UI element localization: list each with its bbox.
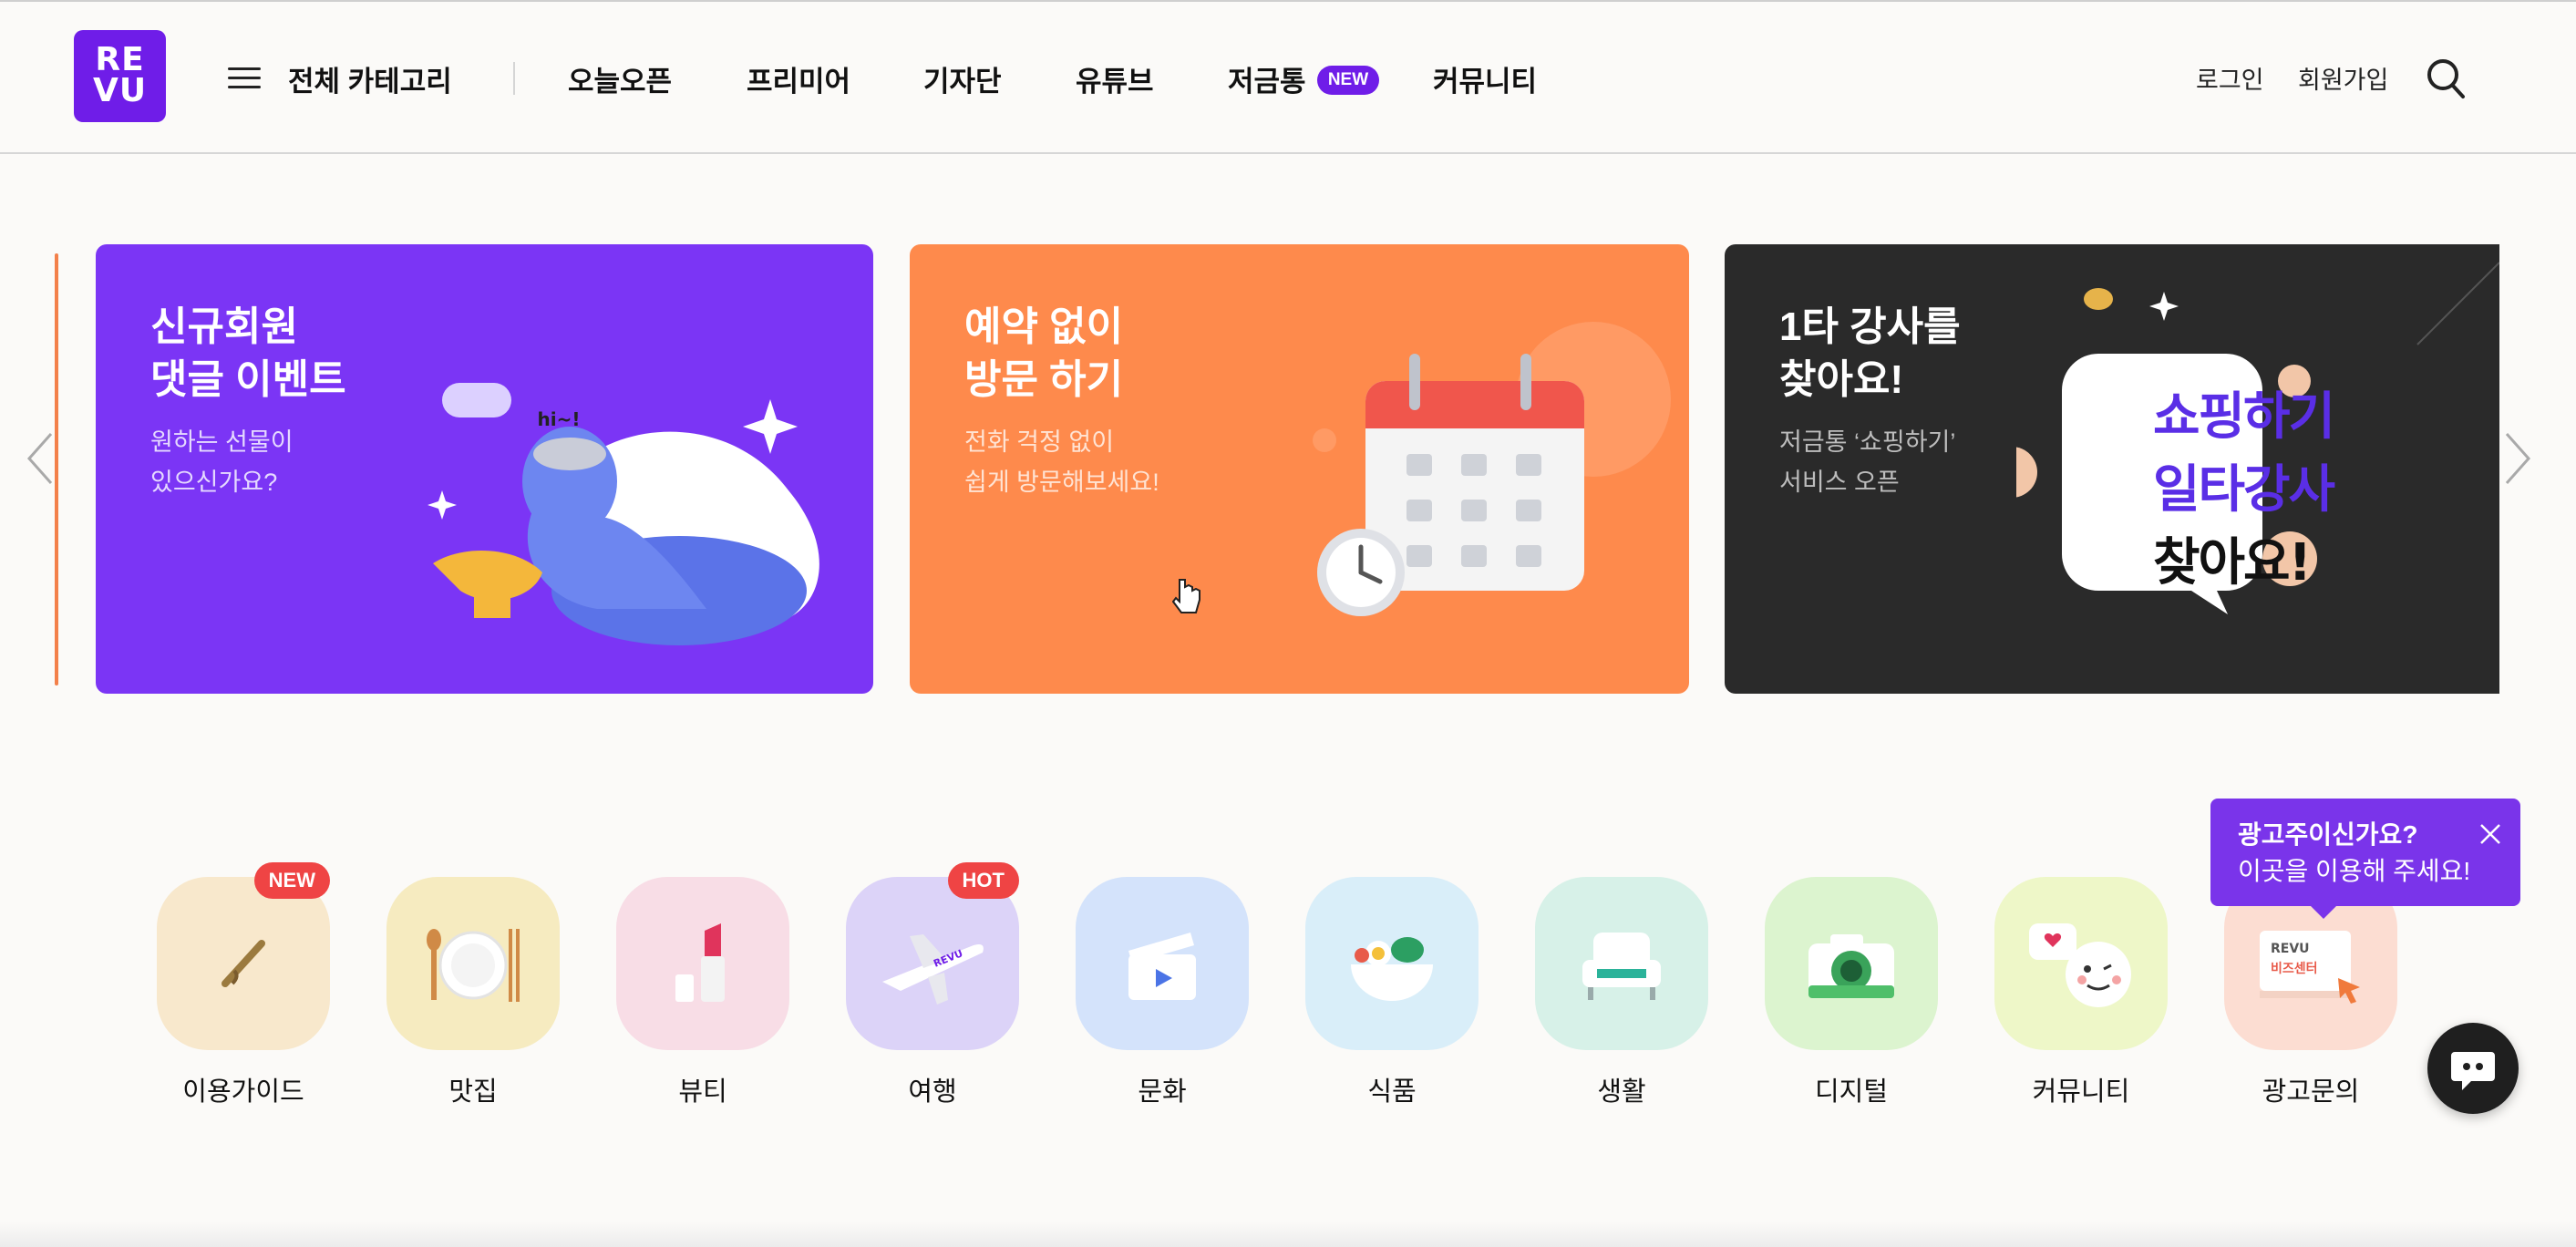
category-label: 광고문의 <box>2262 1077 2360 1107</box>
category-label: 이용가이드 <box>182 1077 304 1107</box>
category-label: 여행 <box>908 1077 957 1107</box>
signup-link[interactable]: 회원가입 <box>2298 60 2388 96</box>
category-food[interactable]: 식품 <box>1305 877 1479 1108</box>
armchair-icon <box>1582 933 1661 1000</box>
category-digital[interactable]: 디지털 <box>1765 877 1938 1108</box>
poster-line2: 일타강사 <box>2153 460 2335 520</box>
banner-title: 1타 강사를 찾아요! <box>1779 304 1961 402</box>
new-badge: NEW <box>1317 66 1379 95</box>
poster-text: 쇼핑하기 일타강사 찾아요! <box>2153 381 2335 600</box>
banner-subtitle: 원하는 선물이 있으신가요? <box>150 428 294 496</box>
revu-logo[interactable]: RE VU <box>74 30 166 122</box>
nav-divider <box>513 62 515 95</box>
page-bottom <box>0 1221 2576 1247</box>
tooltip-body: 이곳을 이용해 주세요! <box>2238 857 2471 885</box>
category-guide[interactable]: NEW 이용가이드 <box>157 862 330 1108</box>
hamburger-icon <box>228 67 261 89</box>
banner-subtitle: 저금통 ‘쇼핑하기’ 서비스 오픈 <box>1779 428 1956 496</box>
category-label: 커뮤니티 <box>2032 1077 2130 1107</box>
category-tile: REVU <box>846 877 1019 1050</box>
category-tile <box>1076 877 1249 1050</box>
category-beauty[interactable]: 뷰티 <box>616 877 789 1108</box>
category-label: 디지털 <box>1814 1077 1889 1107</box>
board-line1: REVU <box>2271 942 2310 956</box>
food-bowl-icon <box>1351 937 1433 1001</box>
nav-piggybank[interactable]: 저금통 <box>1228 58 1306 99</box>
banner-subtitle: 전화 걱정 없이 쉽게 방문해보세요! <box>964 428 1159 496</box>
category-tile <box>1535 877 1708 1050</box>
clapperboard-icon <box>1128 933 1196 1000</box>
all-categories-label[interactable]: 전체 카테고리 <box>288 58 452 99</box>
category-label: 식품 <box>1367 1077 1417 1107</box>
banner-no-reservation[interactable]: 예약 없이 방문 하기 전화 걱정 없이 쉽게 방문해보세요! <box>910 244 1689 694</box>
chat-bubbles-icon <box>2029 923 2131 1007</box>
header: RE VU 전체 카테고리 오늘오픈 프리미어 기자단 유튜브 저금통 NEW … <box>0 2 2576 154</box>
banner-title: 신규회원 댓글 이벤트 <box>150 304 346 402</box>
category-tile <box>1994 877 2168 1050</box>
new-category-badge: NEW <box>253 862 330 899</box>
camera-icon <box>1808 934 1894 998</box>
category-label: 문화 <box>1138 1077 1187 1107</box>
carousel-next-arrow[interactable] <box>2499 428 2536 489</box>
banner-title: 예약 없이 방문 하기 <box>964 304 1124 402</box>
category-tile <box>1765 877 1938 1050</box>
banner-signup-event[interactable]: 신규회원 댓글 이벤트 원하는 선물이 있으신가요? hi~! <box>96 244 873 694</box>
nav-reporters[interactable]: 기자단 <box>923 58 1002 99</box>
category-label: 생활 <box>1597 1077 1646 1107</box>
nav-youtube[interactable]: 유튜브 <box>1076 58 1154 99</box>
banner-instructor[interactable]: 1타 강사를 찾아요! 저금통 ‘쇼핑하기’ 서비스 오픈 쇼핑하기 일타강사 … <box>1725 244 2499 694</box>
category-travel[interactable]: REVU HOT 여행 <box>846 862 1019 1108</box>
airplane-icon: REVU <box>882 934 984 1005</box>
calendar-illustration <box>1313 322 1671 616</box>
nav-today-open[interactable]: 오늘오픈 <box>568 58 672 99</box>
category-community[interactable]: 커뮤니티 <box>1994 877 2168 1108</box>
close-icon[interactable] <box>2478 822 2502 846</box>
nav-community[interactable]: 커뮤니티 <box>1433 58 1537 99</box>
category-label: 뷰티 <box>678 1077 727 1107</box>
chat-button[interactable] <box>2427 1023 2519 1114</box>
carousel-prev-arrow[interactable] <box>22 428 58 489</box>
category-tile <box>616 877 789 1050</box>
logo-line2: VU <box>92 72 148 109</box>
category-tile <box>386 877 560 1050</box>
login-link[interactable]: 로그인 <box>2196 60 2264 96</box>
category-tile <box>157 877 330 1050</box>
poster-line3: 찾아요! <box>2153 533 2312 593</box>
category-culture[interactable]: 문화 <box>1076 877 1249 1108</box>
category-living[interactable]: 생활 <box>1535 877 1708 1108</box>
tooltip-tail <box>2311 906 2336 919</box>
advertiser-tooltip: 광고주이신가요? 이곳을 이용해 주세요! <box>2210 799 2520 919</box>
chat-icon <box>2451 1052 2495 1090</box>
speech-bubble-icon <box>442 383 511 417</box>
category-restaurant[interactable]: 맛집 <box>386 877 560 1108</box>
nav-premier[interactable]: 프리미어 <box>747 58 850 99</box>
pencil-icon <box>222 940 265 987</box>
category-tile <box>1305 877 1479 1050</box>
search-icon[interactable] <box>2426 57 2466 100</box>
biz-board-icon: REVU 비즈센터 <box>2260 931 2360 1004</box>
logo-line1: RE <box>95 41 145 78</box>
lipstick-icon <box>675 923 725 1002</box>
mouse-cursor-icon <box>1172 579 1200 613</box>
plate-icon <box>427 929 520 1002</box>
poster-line1: 쇼핑하기 <box>2153 387 2335 447</box>
genie-speech-text: hi~! <box>538 408 581 430</box>
board-line2: 비즈센터 <box>2271 962 2318 976</box>
category-label: 맛집 <box>448 1077 498 1107</box>
hot-category-badge: HOT <box>947 862 1019 899</box>
